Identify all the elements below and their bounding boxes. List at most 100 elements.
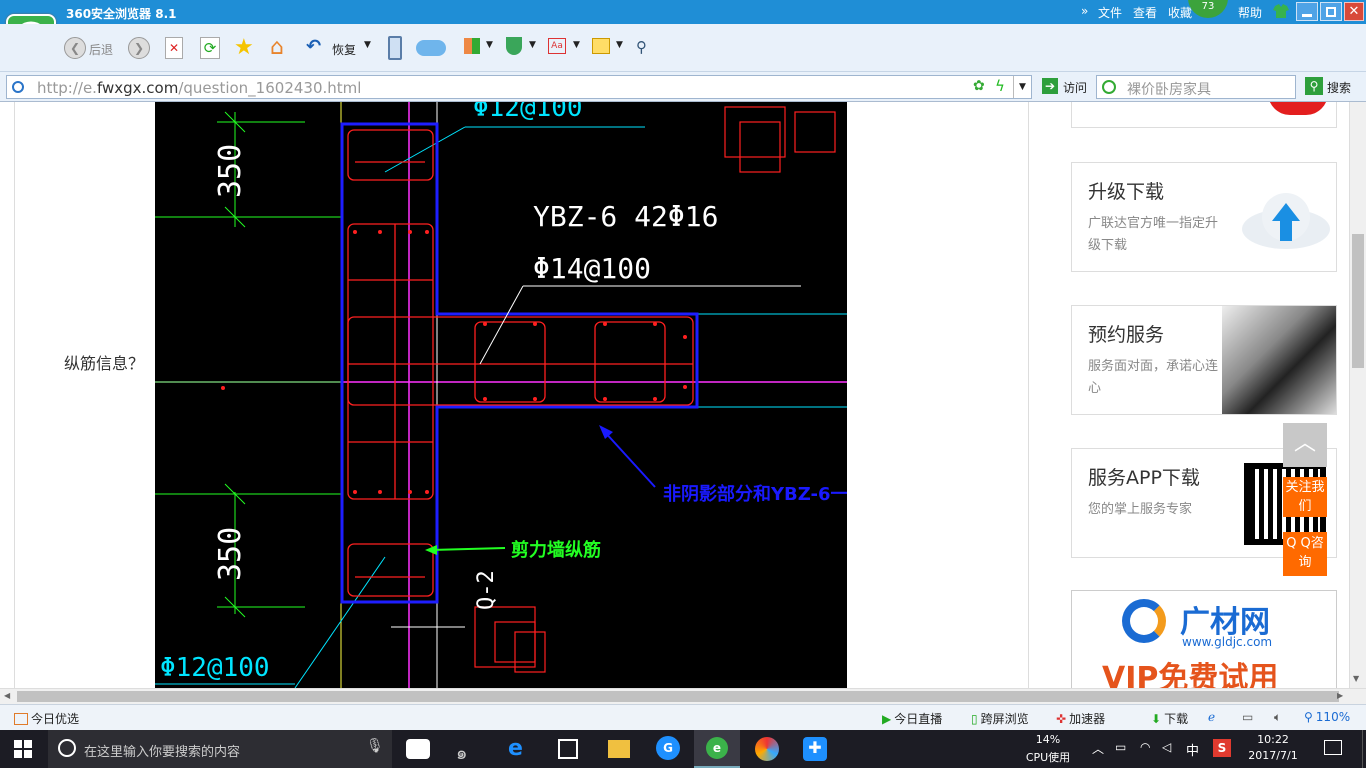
file-explorer-icon[interactable] [608, 740, 630, 758]
window-icon[interactable]: ▭ [1242, 710, 1253, 724]
forward-icon[interactable]: ❯ [128, 37, 150, 59]
battery-icon[interactable]: ▭ [1115, 740, 1126, 754]
upgrade-download-card[interactable]: 升级下载 广联达官方唯一指定升级下载 [1071, 162, 1337, 272]
home-icon[interactable]: ⌂ [270, 35, 284, 60]
scroll-right-icon[interactable]: ▶ [1337, 691, 1343, 700]
favorite-star-icon[interactable]: ★ [234, 35, 254, 60]
tray-expand-icon[interactable]: ︿ [1092, 740, 1104, 757]
menu-file[interactable]: 文件 [1098, 4, 1122, 21]
menu-favorites[interactable]: 收藏 [1168, 4, 1192, 21]
shield-dropdown-icon[interactable]: ▼ [529, 40, 536, 50]
speed-icon[interactable]: ϟ [995, 77, 1005, 95]
translate-icon[interactable]: Aa [548, 38, 566, 54]
go-button[interactable]: 访问 [1063, 79, 1087, 96]
go-icon[interactable]: ➔ [1042, 78, 1058, 94]
vertical-scrollbar[interactable]: ▼ [1349, 102, 1366, 688]
minimize-button[interactable] [1296, 2, 1318, 21]
sogou-ime-icon[interactable]: S [1213, 739, 1231, 757]
zoom-level[interactable]: ⚲ 110% [1304, 710, 1350, 724]
sidebar-card-partial[interactable] [1071, 102, 1337, 128]
live-button[interactable]: ▶ 今日直播 [882, 710, 942, 727]
clock-time[interactable]: 10:22 [1238, 733, 1308, 746]
menu-help[interactable]: 帮助 [1238, 4, 1262, 21]
url-dropdown-icon[interactable]: ▼ [1013, 76, 1031, 98]
app-colorful-icon[interactable] [755, 737, 779, 761]
accelerator-button[interactable]: ✜ 加速器 [1056, 710, 1105, 727]
browser-360-icon: e [706, 737, 728, 759]
stirrup-label: Φ14@100 [533, 252, 651, 285]
show-desktop-button[interactable] [1362, 730, 1366, 768]
scroll-left-icon[interactable]: ◀ [4, 691, 10, 700]
vertical-scrollbar-thumb[interactable] [1352, 234, 1364, 368]
back-to-top-icon[interactable]: ︿ [1283, 423, 1327, 467]
qq-consult-button[interactable]: Q Q咨询 [1283, 532, 1327, 576]
screenshot-icon[interactable] [592, 38, 610, 54]
clock-date[interactable]: 2017/7/1 [1238, 749, 1308, 762]
glodon-icon[interactable]: G [656, 736, 680, 760]
task-view-icon[interactable] [406, 739, 430, 759]
ie-icon[interactable]: ℯ [1208, 710, 1215, 724]
annotation-blue: 非阴影部分和YBZ-6一起定义 [663, 483, 847, 505]
mobile-icon[interactable] [388, 36, 402, 60]
microphone-icon[interactable]: 🎙︎ [366, 738, 384, 754]
taskbar-search-input[interactable]: 在这里输入你要搜索的内容 [84, 741, 240, 760]
appointment-card[interactable]: 预约服务 服务面对面，承诺心连心 [1071, 305, 1337, 415]
accelerator-icon: ✜ [1056, 711, 1067, 726]
back-icon[interactable]: ❮ [64, 37, 86, 59]
gldjc-logo-icon [1122, 599, 1166, 643]
taskbar-search[interactable]: 在这里输入你要搜索的内容 🎙︎ [48, 730, 392, 768]
daily-picks[interactable]: 今日优选 [14, 710, 79, 727]
restore-dropdown-icon[interactable]: ▼ [364, 40, 371, 50]
address-bar[interactable]: http://e.fwxgx.com/question_1602430.html… [6, 75, 1032, 99]
app-plus-icon[interactable]: ✚ [803, 737, 827, 761]
app-swirl-icon[interactable]: ๑ [456, 738, 467, 767]
shield-icon[interactable] [506, 37, 522, 55]
gldjc-ad[interactable]: 广材网 www.gldjc.com VIP免费试用 [1071, 590, 1337, 688]
cpu-label: CPU使用 [1025, 751, 1071, 764]
search-engine-icon[interactable] [1102, 80, 1116, 94]
close-button[interactable]: ✕ [1344, 2, 1364, 21]
window-title: 360安全浏览器 8.1 [66, 7, 177, 21]
menu-view[interactable]: 查看 [1133, 4, 1157, 21]
horizontal-scrollbar-thumb[interactable] [17, 691, 1339, 702]
search-input[interactable]: 裸价卧房家具 [1127, 79, 1211, 99]
search-box[interactable]: 裸价卧房家具 [1096, 75, 1296, 99]
apps-icon[interactable] [464, 38, 480, 54]
cad-drawing-image: 350 350 Φ12@100 Φ12@100 YBZ-6 42Φ16 Φ14@… [155, 102, 847, 688]
back-label[interactable]: 后退 [89, 41, 113, 58]
dim-bottom-label: 350 [213, 527, 248, 581]
cross-screen-button[interactable]: ▯ 跨屏浏览 [971, 710, 1029, 727]
restore-label[interactable]: 恢复 [332, 41, 356, 58]
cloud-icon[interactable] [416, 40, 446, 56]
zoom-search-icon[interactable]: ⚲ [636, 38, 647, 56]
skin-icon[interactable] [1272, 3, 1290, 19]
restore-button[interactable] [1320, 2, 1342, 21]
stop-icon[interactable]: ✕ [165, 37, 183, 59]
wall-label: Q-2 [474, 570, 499, 610]
scroll-down-icon[interactable]: ▼ [1353, 674, 1359, 683]
undo-icon[interactable]: ↶ [306, 36, 321, 57]
store-icon[interactable] [558, 739, 578, 759]
download-button[interactable]: ⬇ 下载 [1151, 710, 1188, 727]
edge-icon[interactable]: e [508, 736, 523, 761]
translate-dropdown-icon[interactable]: ▼ [573, 40, 580, 50]
notification-icon[interactable] [1324, 740, 1342, 755]
speaker-icon[interactable]: ◁ [1162, 740, 1171, 754]
url-text[interactable]: http://e.fwxgx.com/question_1602430.html [37, 79, 361, 97]
page-icon [12, 81, 24, 93]
handshake-image [1222, 306, 1336, 414]
search-button[interactable]: 搜索 [1327, 79, 1351, 96]
taskbar-browser-active[interactable]: e [694, 730, 740, 768]
search-icon[interactable]: ⚲ [1305, 77, 1323, 95]
horizontal-scrollbar[interactable]: ◀ ▶ [0, 688, 1366, 704]
screenshot-dropdown-icon[interactable]: ▼ [616, 40, 623, 50]
volume-icon[interactable]: 🔈︎ [1274, 710, 1281, 725]
menu-more[interactable]: » [1081, 4, 1088, 18]
ime-indicator[interactable]: 中 [1186, 740, 1199, 759]
user-badge[interactable]: 73 [1188, 0, 1228, 18]
wifi-icon[interactable]: ◠ [1140, 740, 1150, 754]
refresh-icon[interactable]: ⟳ [200, 37, 220, 59]
apps-dropdown-icon[interactable]: ▼ [486, 40, 493, 50]
follow-us-button[interactable]: 关注我们 [1283, 477, 1327, 517]
start-button[interactable] [14, 740, 32, 758]
